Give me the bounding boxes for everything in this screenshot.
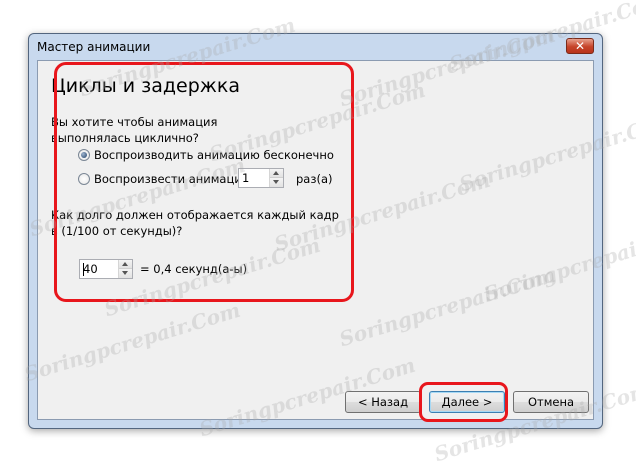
title-bar[interactable]: Мастер анимации ✕ xyxy=(29,34,602,60)
frame-delay-arrows xyxy=(118,260,132,278)
frame-delay-stepper[interactable]: 40 xyxy=(79,259,133,279)
spin-up-icon[interactable] xyxy=(119,260,132,269)
loop-times-suffix: раз(а) xyxy=(296,172,333,186)
wizard-page: Циклы и задержка Вы хотите чтобы анимаци… xyxy=(37,60,594,420)
loop-question-line-1: Вы хотите чтобы анимация xyxy=(51,115,218,129)
radio-loop-times-label[interactable]: Воспроизвести анимаци xyxy=(94,171,242,187)
loop-count-stepper[interactable]: 1 xyxy=(238,168,284,188)
spin-down-icon[interactable] xyxy=(119,269,132,278)
delay-question-line-1: Как долго должен отображается каждый кад… xyxy=(51,208,339,222)
delay-question-line-2: в (1/100 от секунды)? xyxy=(51,224,183,238)
close-icon: ✕ xyxy=(574,39,586,53)
spin-down-icon[interactable] xyxy=(270,178,283,187)
cancel-button[interactable]: Отмена xyxy=(513,391,589,413)
window-title: Мастер анимации xyxy=(37,40,151,54)
radio-loop-infinite-label[interactable]: Воспроизводить анимацию бесконечно xyxy=(94,147,334,163)
frame-delay-value[interactable]: 40 xyxy=(83,262,98,276)
loop-count-value[interactable]: 1 xyxy=(242,171,249,185)
radio-loop-times[interactable] xyxy=(78,173,90,185)
back-button[interactable]: < Назад xyxy=(345,391,421,413)
loop-question-line-2: выполнялась циклично? xyxy=(51,131,199,145)
close-button[interactable]: ✕ xyxy=(566,38,594,54)
frame-delay-result: = 0,4 секунд(а-ы) xyxy=(140,262,248,276)
animation-wizard-window: Мастер анимации ✕ Циклы и задержка Вы хо… xyxy=(28,33,603,429)
radio-loop-infinite[interactable] xyxy=(78,149,90,161)
spin-up-icon[interactable] xyxy=(270,169,283,178)
loop-count-arrows xyxy=(269,169,283,187)
page-title: Циклы и задержка xyxy=(51,75,241,97)
next-button[interactable]: Далее > xyxy=(429,391,505,413)
